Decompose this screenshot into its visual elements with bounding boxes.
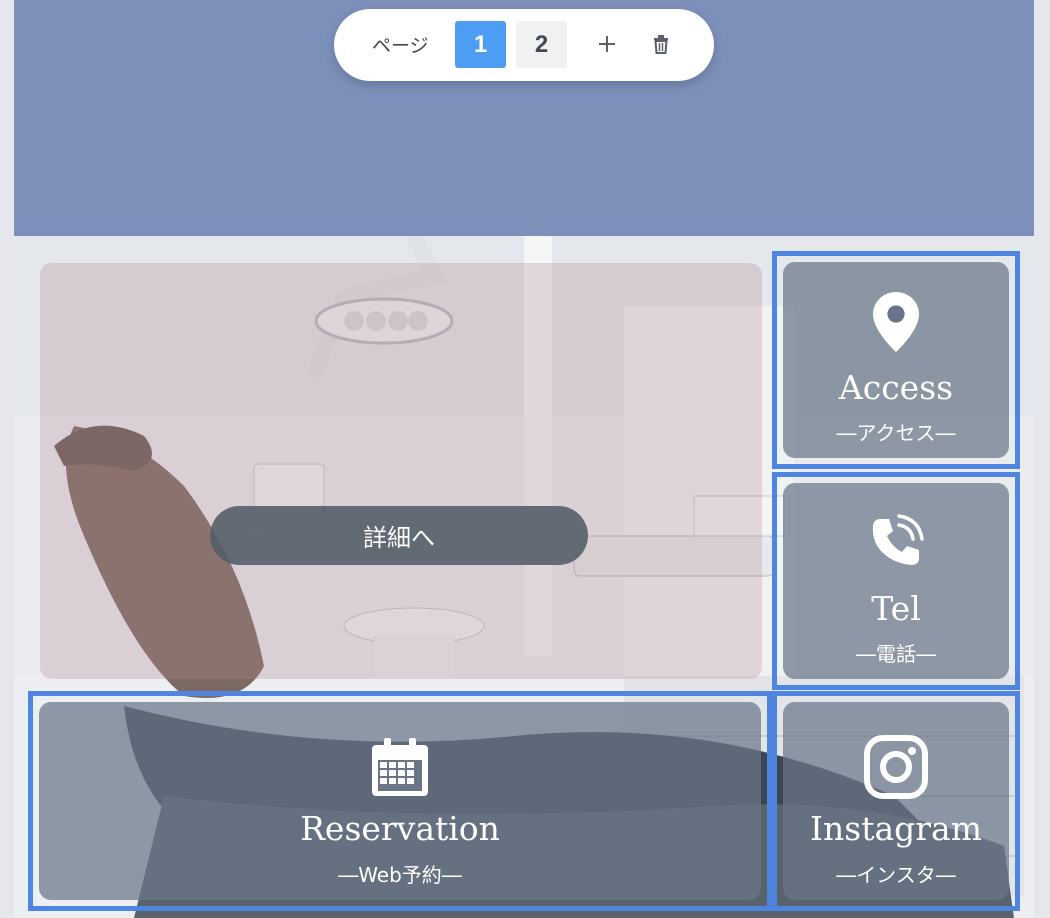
tile-reservation-subtitle: ―Web予約― bbox=[338, 863, 462, 887]
tile-tel-subtitle: ―電話― bbox=[856, 642, 936, 666]
hero-card bbox=[40, 263, 762, 679]
trash-icon[interactable] bbox=[648, 31, 674, 57]
map-pin-icon bbox=[873, 292, 919, 352]
tile-instagram[interactable]: Instagram ―インスタ― bbox=[772, 691, 1020, 911]
calendar-icon bbox=[372, 738, 428, 796]
tile-tel[interactable]: Tel ―電話― bbox=[772, 472, 1020, 690]
pager-label: ページ bbox=[372, 35, 429, 57]
plus-icon[interactable] bbox=[594, 31, 620, 57]
page: 詳細へ Access ―アクセス― Tel ―電話― Reservation ―… bbox=[14, 0, 1034, 918]
page-2-button[interactable]: 2 bbox=[516, 21, 567, 68]
tile-access[interactable]: Access ―アクセス― bbox=[772, 251, 1020, 469]
tile-reservation-title: Reservation bbox=[300, 809, 500, 848]
tile-tel-title: Tel bbox=[871, 589, 921, 628]
tile-access-subtitle: ―アクセス― bbox=[836, 421, 956, 445]
details-button[interactable]: 詳細へ bbox=[210, 506, 588, 565]
page-switcher: ページ 1 2 bbox=[334, 9, 714, 81]
instagram-icon bbox=[864, 735, 928, 799]
phone-icon bbox=[872, 514, 924, 565]
page-1-button[interactable]: 1 bbox=[455, 21, 506, 68]
tile-instagram-subtitle: ―インスタ― bbox=[836, 863, 956, 887]
tile-instagram-title: Instagram bbox=[809, 809, 983, 848]
tile-reservation[interactable]: Reservation ―Web予約― bbox=[28, 691, 772, 911]
tile-access-title: Access bbox=[838, 368, 954, 407]
